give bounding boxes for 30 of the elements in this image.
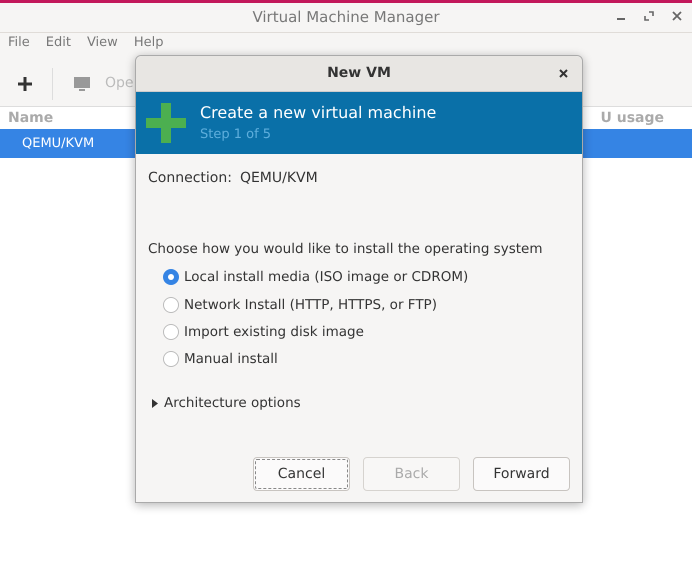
menu-item[interactable]: Help: [134, 33, 164, 52]
radio-option[interactable]: Network Install (HTTP, HTTPS, or FTP): [163, 294, 570, 315]
radio-option[interactable]: Local install media (ISO image or CDROM): [163, 267, 570, 288]
connection-value: QEMU/KVM: [240, 169, 318, 188]
dialog-button[interactable]: Cancel: [253, 457, 350, 491]
step-label: Step 1 of 5: [200, 126, 272, 144]
column-header[interactable]: U usage: [600, 108, 664, 128]
close-icon[interactable]: [559, 69, 568, 78]
radio-option[interactable]: Import existing disk image: [163, 322, 570, 342]
architecture-expander[interactable]: Architecture options: [148, 393, 570, 414]
menu-item[interactable]: File: [8, 33, 30, 52]
close-icon[interactable]: [672, 11, 682, 21]
window-title: Virtual Machine Manager: [252, 7, 440, 28]
dialog-title: New VM: [327, 64, 391, 83]
column-header[interactable]: Name: [8, 108, 54, 128]
menu-item[interactable]: View: [86, 33, 118, 52]
radio-button[interactable]: [163, 324, 179, 340]
connection-label: Connection:: [148, 169, 232, 188]
banner-heading: Create a new virtual machine: [200, 102, 436, 124]
radio-button[interactable]: [163, 296, 179, 313]
plus-icon: [146, 103, 186, 143]
radio-button[interactable]: [163, 269, 179, 286]
radio-option[interactable]: Manual install: [163, 349, 570, 370]
prompt-text: Choose how you would like to install the operating system: [148, 240, 544, 259]
dialog-button[interactable]: Forward: [473, 457, 570, 491]
menu-item[interactable]: Edit: [46, 33, 71, 52]
monitor-icon[interactable]: [73, 76, 91, 92]
plus-icon[interactable]: [18, 76, 32, 90]
radio-button[interactable]: [163, 351, 179, 368]
maximize-icon[interactable]: [644, 11, 654, 21]
